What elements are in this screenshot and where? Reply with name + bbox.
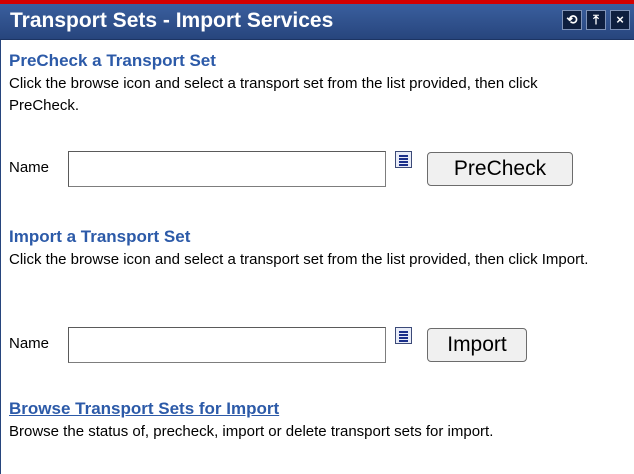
precheck-browse-icon[interactable]	[395, 151, 412, 168]
browse-section: Browse Transport Sets for Import Browse …	[9, 398, 629, 443]
portlet-title: Transport Sets - Import Services	[10, 9, 334, 32]
import-description: Click the browse icon and select a trans…	[9, 251, 589, 268]
precheck-description: Click the browse icon and select a trans…	[9, 75, 538, 114]
precheck-section: PreCheck a Transport Set Click the brows…	[9, 50, 629, 117]
precheck-heading: PreCheck a Transport Set	[9, 51, 216, 70]
refresh-icon[interactable]: ⟲	[562, 10, 582, 30]
precheck-name-input[interactable]	[68, 151, 386, 187]
import-name-label: Name	[9, 335, 50, 352]
titlebar-controls: ⟲ ⤒ ×	[562, 10, 630, 30]
close-icon[interactable]: ×	[610, 10, 630, 30]
import-name-input[interactable]	[68, 327, 386, 363]
import-heading: Import a Transport Set	[9, 227, 191, 246]
precheck-name-label: Name	[9, 159, 50, 176]
browse-description: Browse the status of, precheck, import o…	[9, 423, 494, 440]
pin-icon[interactable]: ⤒	[586, 10, 606, 30]
import-button[interactable]: Import	[427, 328, 527, 362]
portlet-body: PreCheck a Transport Set Click the brows…	[0, 40, 634, 474]
precheck-button[interactable]: PreCheck	[427, 152, 573, 186]
import-browse-icon[interactable]	[395, 327, 412, 344]
import-services-portlet: Transport Sets - Import Services ⟲ ⤒ × P…	[0, 0, 634, 474]
import-section: Import a Transport Set Click the browse …	[9, 226, 629, 271]
browse-transport-sets-link[interactable]: Browse Transport Sets for Import	[9, 398, 629, 420]
portlet-titlebar: Transport Sets - Import Services ⟲ ⤒ ×	[0, 4, 634, 40]
